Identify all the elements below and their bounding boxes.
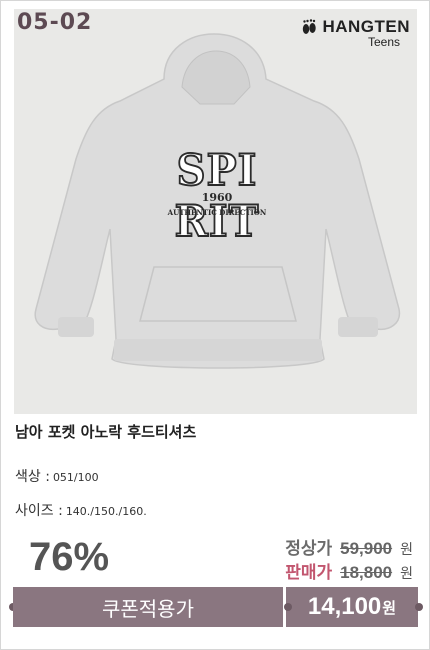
product-image[interactable]: SPI RIT 1960 AUTHENTIC DIRECTION 05-02 H… bbox=[14, 9, 417, 414]
final-price-unit: 원 bbox=[382, 598, 397, 617]
bar-right-dot bbox=[415, 603, 423, 611]
final-price: 14,100 원 bbox=[285, 587, 418, 627]
size-value: 140./150./160. bbox=[65, 505, 147, 518]
print-sub: AUTHENTIC DIRECTION bbox=[167, 208, 267, 217]
sale-price-label: 판매가 bbox=[285, 563, 333, 583]
product-code: 05-02 bbox=[17, 10, 93, 35]
color-label: 색상 : bbox=[15, 469, 50, 485]
coupon-price-button[interactable]: 쿠폰적용가 bbox=[13, 587, 283, 627]
brand-name: HANGTEN bbox=[322, 17, 410, 36]
print-year: 1960 bbox=[201, 191, 233, 204]
regular-price-currency: 원 bbox=[400, 542, 413, 558]
product-card[interactable]: SPI RIT 1960 AUTHENTIC DIRECTION 05-02 H… bbox=[0, 0, 430, 650]
color-option: 색상 :051/100 bbox=[15, 466, 99, 486]
discount-rate: 76% bbox=[29, 535, 110, 579]
sale-price-currency: 원 bbox=[400, 566, 413, 582]
regular-price: 59,900 bbox=[340, 539, 393, 558]
brand-logo: HANGTEN Teens bbox=[300, 17, 410, 49]
color-value: 051/100 bbox=[52, 471, 99, 484]
footprint-icon bbox=[303, 19, 317, 34]
size-label: 사이즈 : bbox=[15, 503, 63, 519]
sale-price-row: 판매가 18,800 원 bbox=[285, 558, 413, 583]
sale-price: 18,800 bbox=[340, 563, 393, 582]
size-option: 사이즈 :140./150./160. bbox=[15, 500, 147, 520]
regular-price-label: 정상가 bbox=[285, 539, 333, 559]
brand-sub: Teens bbox=[367, 35, 400, 49]
product-title[interactable]: 남아 포켓 아노락 후드티셔츠 bbox=[15, 421, 196, 442]
final-price-value: 14,100 bbox=[307, 593, 382, 620]
coupon-price-bar[interactable]: 쿠폰적용가 14,100 원 bbox=[13, 587, 418, 627]
bar-divider-dot bbox=[284, 603, 292, 611]
regular-price-row: 정상가 59,900 원 bbox=[285, 534, 413, 559]
